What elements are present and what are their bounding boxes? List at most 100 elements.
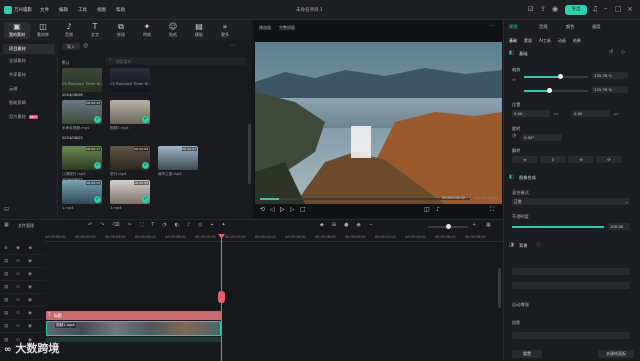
- opacity-slider[interactable]: [512, 226, 604, 228]
- subtab-basic[interactable]: 基础: [509, 38, 517, 44]
- tab-color[interactable]: 颜色: [566, 24, 574, 30]
- lock-icon[interactable]: ⊙: [16, 272, 20, 277]
- timeline-tab-icon[interactable]: ▦: [4, 222, 9, 228]
- enhance-field[interactable]: [512, 332, 630, 339]
- background-color-field[interactable]: [512, 282, 630, 289]
- eye-icon[interactable]: ◉: [28, 272, 32, 277]
- video-clip[interactable]: 视频1.mp4: [46, 321, 221, 336]
- eye-icon[interactable]: ◉: [28, 285, 32, 290]
- menu-help[interactable]: 帮助: [116, 7, 125, 13]
- player-mode-label[interactable]: 播放器: [259, 25, 271, 31]
- reset-icon[interactable]: ↺: [609, 49, 613, 55]
- cut-icon[interactable]: ✂: [127, 222, 131, 228]
- rotate-right-button[interactable]: ⟳: [596, 156, 622, 163]
- diamond-icon[interactable]: ◇: [621, 49, 625, 55]
- reset-button[interactable]: 重置: [512, 350, 542, 358]
- tool-text[interactable]: T 文字: [82, 22, 108, 39]
- tab-audio[interactable]: 音频: [539, 24, 547, 30]
- timeline-ruler[interactable]: 00:00:00:00 00:00:02:00 00:00:04:00 00:0…: [45, 234, 503, 242]
- close-icon[interactable]: ×: [627, 5, 633, 13]
- eye-icon[interactable]: ◉: [16, 246, 20, 251]
- flip-horizontal-button[interactable]: ⇔: [512, 156, 538, 163]
- redo-icon[interactable]: ↷: [100, 222, 104, 228]
- link-icon[interactable]: ∞: [512, 78, 516, 83]
- play-icon[interactable]: ▷: [280, 206, 285, 213]
- tool-sticker[interactable]: ☺ 贴纸: [160, 22, 186, 39]
- ai-icon[interactable]: ✦: [221, 222, 225, 228]
- subtab-animation[interactable]: 动画: [558, 38, 566, 44]
- sidebar-item-all[interactable]: 全部素材: [3, 56, 55, 66]
- playback-progress-track[interactable]: [260, 198, 470, 200]
- background-select[interactable]: [512, 268, 630, 275]
- rotate-field[interactable]: 0.00°: [522, 134, 562, 141]
- maximize-icon[interactable]: □: [615, 5, 622, 13]
- rotate-left-button[interactable]: ⟲: [568, 156, 594, 163]
- share-icon[interactable]: ⇪: [540, 5, 546, 13]
- tool-more[interactable]: » 更多: [212, 22, 238, 39]
- lock-icon[interactable]: ⊙: [16, 324, 20, 329]
- menu-tools[interactable]: 工具: [78, 7, 87, 13]
- stabilize-icon[interactable]: ⌖: [211, 222, 214, 228]
- menu-view[interactable]: 视图: [97, 7, 106, 13]
- quality-select[interactable]: 完整质量: [279, 25, 295, 31]
- import-button[interactable]: 导入: [62, 43, 80, 50]
- compositing-toggle-icon[interactable]: ◧: [509, 174, 514, 180]
- step-back-icon[interactable]: ⟲: [260, 206, 265, 213]
- next-frame-icon[interactable]: ▷: [290, 206, 295, 213]
- title-clip[interactable]: T 标题: [46, 311, 221, 320]
- opacity-field[interactable]: 100.00: [608, 223, 630, 230]
- more-icon[interactable]: ⋯: [490, 23, 495, 29]
- delete-icon[interactable]: ⌫: [112, 222, 119, 228]
- zoom-out-icon[interactable]: −: [369, 222, 373, 228]
- record-icon[interactable]: ◎: [83, 42, 88, 49]
- minimize-icon[interactable]: –: [604, 4, 608, 12]
- eye-icon[interactable]: ◉: [28, 259, 32, 264]
- lock-icon[interactable]: ⊙: [16, 298, 20, 303]
- grid-icon[interactable]: ▦: [486, 222, 491, 228]
- snapshot-icon[interactable]: ◫: [424, 206, 430, 213]
- media-thumb[interactable]: 00:00:17 ✓: [62, 146, 102, 170]
- save-icon[interactable]: ⊡: [528, 5, 534, 13]
- media-scrollbar[interactable]: [248, 124, 251, 184]
- media-thumb[interactable]: 00:00:12 ✓: [62, 100, 102, 124]
- sidebar-item-official[interactable]: 官方素材 NEW: [3, 112, 55, 122]
- snap-icon[interactable]: ⊞: [332, 222, 336, 228]
- blend-mode-select[interactable]: 正常 ⌄: [512, 198, 630, 205]
- tool-media[interactable]: ▣ 我的素材: [4, 22, 30, 39]
- sort-label[interactable]: 默认: [62, 60, 70, 66]
- lock-icon[interactable]: ⊙: [16, 311, 20, 316]
- eye-icon[interactable]: ◉: [28, 298, 32, 303]
- fullscreen-icon[interactable]: ⛶: [490, 206, 494, 214]
- audio-icon[interactable]: ♪: [187, 222, 190, 228]
- lock-icon[interactable]: ⊙: [16, 285, 20, 290]
- tool-stock[interactable]: ◫ 素材库: [30, 22, 56, 39]
- account-icon[interactable]: ◉: [552, 5, 558, 13]
- marker-icon[interactable]: ◆: [320, 222, 324, 228]
- media-thumb[interactable]: ✓: [110, 100, 150, 124]
- subtab-ai[interactable]: AI工具: [539, 38, 551, 44]
- folder-icon[interactable]: ⊟: [4, 206, 9, 213]
- tool-transition[interactable]: ⧉ 转场: [108, 22, 134, 39]
- toggle-icon[interactable]: ◧: [509, 50, 514, 56]
- flip-vertical-button[interactable]: ⇕: [540, 156, 566, 163]
- subtab-mask[interactable]: 蒙版: [524, 38, 532, 44]
- media-thumb[interactable]: 00:00:07: [158, 146, 198, 170]
- media-thumb[interactable]: 00:00:08 ✓: [110, 180, 150, 204]
- tool-template[interactable]: ▤ 模板: [186, 22, 212, 39]
- undo-icon[interactable]: ↶: [88, 222, 92, 228]
- notification-icon[interactable]: ♫: [592, 5, 598, 13]
- text-icon[interactable]: T: [151, 222, 154, 228]
- zoom-in-icon[interactable]: +: [472, 222, 476, 228]
- zoom-slider[interactable]: [428, 224, 468, 229]
- timeline-vscrollbar[interactable]: [498, 268, 501, 308]
- media-thumb[interactable]: 00:00:11 ✓: [62, 180, 102, 204]
- eye-icon[interactable]: ◉: [28, 324, 32, 329]
- filter-icon[interactable]: ⋯: [230, 42, 236, 49]
- keyframe-panel-button[interactable]: 关键帧面板: [598, 350, 634, 358]
- stop-icon[interactable]: □: [300, 206, 306, 213]
- media-thumb[interactable]: [62, 68, 102, 92]
- search-input[interactable]: ⌕ 搜索素材: [106, 57, 246, 65]
- scale-y-field[interactable]: 135.76 %: [592, 86, 628, 93]
- crop-icon[interactable]: ⛶: [140, 222, 144, 228]
- prev-frame-icon[interactable]: ◁: [270, 206, 275, 213]
